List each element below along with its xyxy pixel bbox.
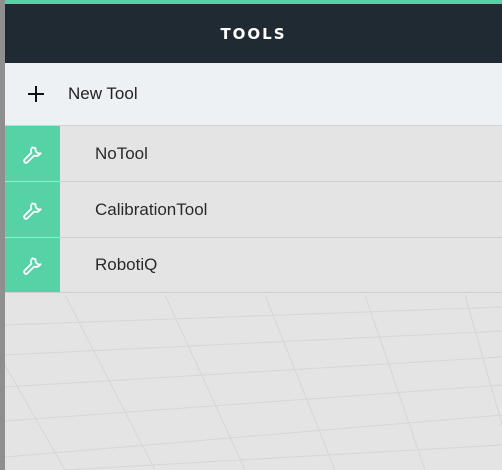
floor-grid bbox=[5, 295, 502, 470]
tool-icon-cell[interactable] bbox=[5, 238, 60, 292]
tool-name: RobotiQ bbox=[95, 255, 158, 274]
new-tool-label: New Tool bbox=[68, 84, 138, 103]
3d-viewport-grid[interactable] bbox=[5, 295, 502, 470]
panel-title: TOOLS bbox=[220, 24, 287, 43]
wrench-icon bbox=[22, 201, 42, 220]
panel-header: TOOLS bbox=[5, 4, 502, 63]
wrench-icon bbox=[22, 145, 42, 164]
tool-name: CalibrationTool bbox=[95, 199, 208, 219]
wrench-icon bbox=[22, 257, 42, 275]
tool-icon-cell[interactable] bbox=[5, 126, 60, 181]
tool-icon-cell[interactable] bbox=[5, 182, 60, 237]
tool-list: NoTool CalibrationTool RobotiQ bbox=[5, 126, 502, 293]
tool-row-calibrationtool[interactable]: CalibrationTool bbox=[5, 182, 502, 238]
tools-panel: TOOLS New Tool NoTool CalibrationTool Ro… bbox=[5, 0, 502, 295]
tool-row-notool[interactable]: NoTool bbox=[5, 126, 502, 182]
new-tool-button[interactable]: New Tool bbox=[5, 63, 502, 126]
tool-name: NoTool bbox=[95, 143, 148, 163]
tool-row-robotiq[interactable]: RobotiQ bbox=[5, 238, 502, 293]
plus-icon bbox=[27, 85, 45, 103]
